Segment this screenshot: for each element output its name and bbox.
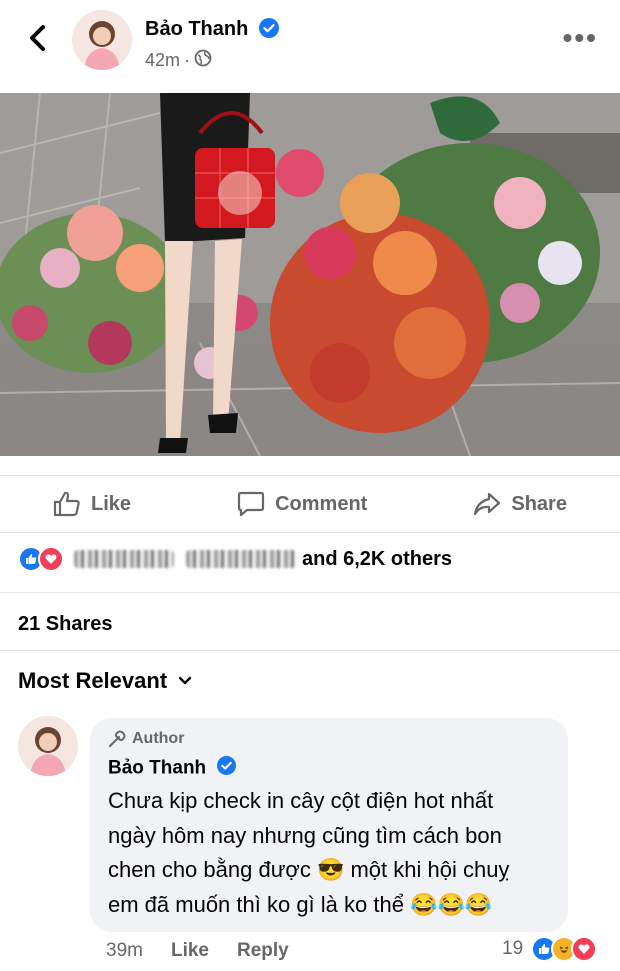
comment-bubble-icon — [237, 491, 265, 517]
comment-sort-dropdown[interactable]: Most Relevant — [18, 668, 193, 694]
author-name-row[interactable]: Bảo Thanh — [145, 18, 279, 43]
reactions-count-text: and 6,2K others — [302, 547, 453, 570]
comment-text: Chưa kịp check in cây cột điện hot nhất … — [108, 784, 548, 922]
post-time[interactable]: 42m — [145, 50, 180, 71]
comment-line: Chưa kịp check in cây cột điện hot nhất — [108, 788, 494, 813]
comment-sort-label: Most Relevant — [18, 668, 168, 693]
divider — [0, 592, 620, 593]
share-label: Share — [511, 492, 567, 515]
blurred-name-2 — [186, 550, 296, 568]
post-photo[interactable] — [0, 93, 620, 456]
comment-meta: 39m Like Reply — [106, 940, 289, 962]
comment-reaction-count: 19 — [502, 938, 524, 959]
share-arrow-icon — [474, 492, 501, 516]
post-action-bar: Like Comment Share — [0, 475, 620, 533]
comment-line: ngày hôm nay nhưng cũng tìm cách bon — [108, 822, 502, 848]
verified-icon — [217, 756, 237, 781]
shares-count[interactable]: 21 Shares — [18, 613, 113, 636]
comment-time[interactable]: 39m — [106, 940, 143, 962]
separator-dot: · — [184, 50, 191, 70]
more-options-button[interactable]: ••• — [563, 24, 598, 52]
thumbs-up-icon — [53, 491, 80, 517]
divider — [0, 650, 620, 651]
commenter-name-row[interactable]: Bảo Thanh — [108, 756, 237, 781]
like-button[interactable]: Like — [53, 491, 131, 517]
verified-icon — [258, 18, 279, 43]
comment-label: Comment — [275, 492, 368, 515]
love-reaction-icon — [38, 546, 64, 572]
commenter-avatar[interactable] — [18, 716, 78, 776]
author-avatar[interactable] — [72, 10, 132, 70]
microphone-icon — [109, 730, 126, 747]
post-meta: 42m · — [145, 49, 212, 72]
comment-reply-button[interactable]: Reply — [237, 940, 289, 962]
comment-button[interactable]: Comment — [237, 491, 367, 517]
comment-line: chen cho bằng được 😎 một khi hội chuỵ — [108, 857, 510, 882]
blurred-name-1 — [74, 550, 174, 568]
globe-icon — [194, 49, 212, 72]
author-badge-label: Author — [132, 730, 185, 747]
like-label: Like — [91, 492, 132, 515]
comment-reactions[interactable]: 19 — [502, 936, 598, 962]
author-name[interactable]: Bảo Thanh — [145, 18, 248, 40]
love-reaction-icon — [571, 936, 598, 962]
comment-like-button[interactable]: Like — [171, 940, 209, 962]
reactions-summary[interactable]: and 6,2K others — [18, 546, 452, 572]
back-button[interactable] — [22, 22, 54, 54]
share-button[interactable]: Share — [473, 491, 567, 517]
author-badge: Author — [108, 730, 184, 748]
commenter-name[interactable]: Bảo Thanh — [108, 758, 206, 779]
comment-line: em đã muốn thì ko gì là ko thể 😂😂😂 — [108, 891, 493, 917]
street-flowers-image — [0, 93, 620, 456]
chevron-down-icon — [178, 676, 192, 685]
chevron-left-icon — [30, 25, 45, 51]
